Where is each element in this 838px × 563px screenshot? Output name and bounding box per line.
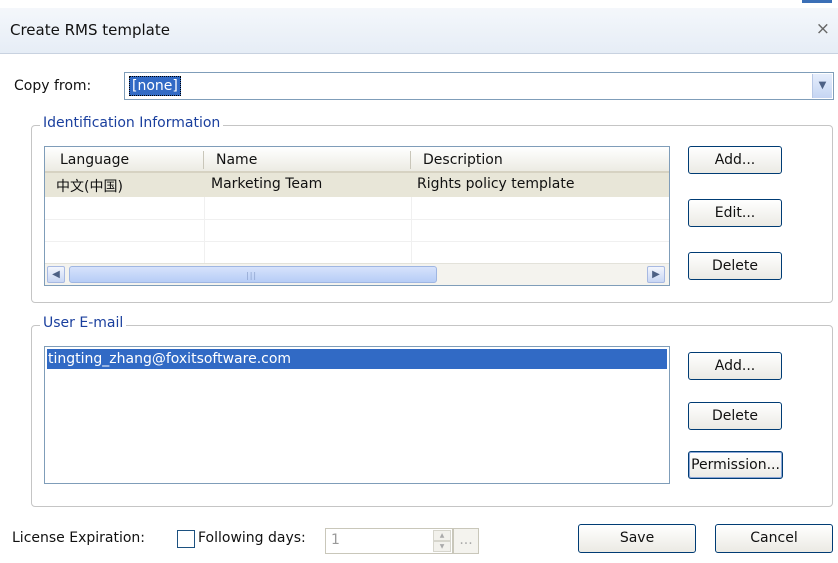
column-divider[interactable] xyxy=(410,151,411,169)
identification-delete-button[interactable]: Delete xyxy=(688,252,782,280)
row-divider xyxy=(45,241,669,242)
ellipsis-button[interactable]: ... xyxy=(453,528,479,554)
name-cell: Marketing Team xyxy=(211,176,323,192)
spin-up-icon[interactable]: ▲ xyxy=(433,530,451,541)
copy-from-value: [none] xyxy=(129,76,181,96)
description-cell: Rights policy template xyxy=(417,176,575,192)
table-header: Language Name Description xyxy=(45,147,669,173)
email-add-button[interactable]: Add... xyxy=(688,352,782,380)
email-list[interactable]: tingting_zhang@foxitsoftware.com xyxy=(44,346,670,484)
spin-down-icon[interactable]: ▼ xyxy=(433,541,451,552)
scroll-right-icon[interactable]: ▶ xyxy=(647,266,665,283)
days-spinner[interactable]: 1 ▲ ▼ xyxy=(325,528,453,554)
window-top-edge xyxy=(0,0,838,8)
email-delete-button[interactable]: Delete xyxy=(688,402,782,430)
list-item[interactable]: tingting_zhang@foxitsoftware.com xyxy=(47,349,667,369)
language-cell: 中文(中国) xyxy=(56,179,123,195)
identification-legend: Identification Information xyxy=(40,115,224,131)
identification-add-button[interactable]: Add... xyxy=(688,146,782,174)
table-row[interactable]: 中文(中国) Marketing Team Rights policy temp… xyxy=(45,173,669,197)
cancel-button[interactable]: Cancel xyxy=(715,524,833,553)
column-header-description[interactable]: Description xyxy=(423,152,503,168)
row-divider xyxy=(45,219,669,220)
grip-icon: ||| xyxy=(246,271,258,280)
column-header-language[interactable]: Language xyxy=(60,152,129,168)
column-gridline xyxy=(204,197,205,263)
spin-buttons: ▲ ▼ xyxy=(433,530,451,552)
permission-button[interactable]: Permission... xyxy=(688,451,783,479)
copy-from-dropdown[interactable]: [none] ▼ xyxy=(124,72,834,100)
chevron-down-icon[interactable]: ▼ xyxy=(812,74,832,98)
dialog-title: Create RMS template xyxy=(10,21,170,39)
horizontal-scrollbar[interactable]: ◀ ||| ▶ xyxy=(45,263,669,285)
copy-from-label: Copy from: xyxy=(14,78,92,94)
following-days-checkbox[interactable] xyxy=(177,530,195,548)
close-icon[interactable]: × xyxy=(816,19,830,39)
column-header-name[interactable]: Name xyxy=(216,152,257,168)
license-expiration-label: License Expiration: xyxy=(12,530,146,546)
identification-edit-button[interactable]: Edit... xyxy=(688,199,782,227)
days-value: 1 xyxy=(331,532,340,548)
scroll-left-icon[interactable]: ◀ xyxy=(47,266,65,283)
title-bar: Create RMS template × xyxy=(0,8,838,54)
window-top-accent xyxy=(802,0,832,3)
user-email-legend: User E-mail xyxy=(40,315,127,331)
save-button[interactable]: Save xyxy=(578,524,696,553)
following-days-label[interactable]: Following days: xyxy=(198,530,306,546)
scroll-thumb[interactable]: ||| xyxy=(69,266,437,283)
column-divider[interactable] xyxy=(203,151,204,169)
column-gridline xyxy=(411,197,412,263)
identification-table[interactable]: Language Name Description 中文(中国) Marketi… xyxy=(44,146,670,286)
